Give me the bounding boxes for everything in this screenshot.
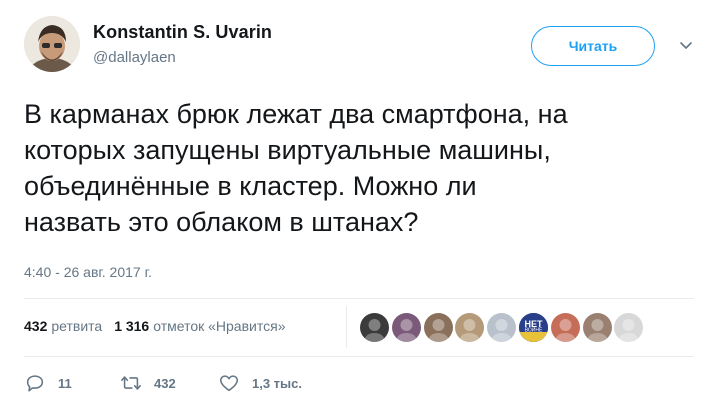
liker-avatar-icon bbox=[364, 319, 385, 342]
like-count: 1,3 тыс. bbox=[252, 375, 302, 391]
user-avatar-photo-icon bbox=[24, 16, 80, 72]
retweets-stat-label: ретвита bbox=[51, 318, 103, 334]
liker-avatar[interactable] bbox=[423, 313, 453, 342]
liker-avatar-icon bbox=[555, 319, 576, 342]
liker-avatar[interactable] bbox=[360, 313, 389, 342]
retweets-stat[interactable]: 432 ретвита bbox=[24, 318, 102, 334]
liker-avatar-icon bbox=[491, 319, 512, 342]
liker-avatar-icon bbox=[396, 319, 417, 342]
reply-button[interactable]: 11 bbox=[24, 372, 72, 394]
liker-avatar[interactable] bbox=[487, 313, 517, 342]
divider bbox=[24, 298, 694, 299]
follow-button[interactable]: Читать bbox=[531, 26, 655, 66]
liker-avatar[interactable] bbox=[614, 313, 644, 342]
liker-avatar-icon bbox=[428, 319, 449, 342]
reply-icon bbox=[26, 375, 44, 392]
liker-avatars: НЕТ ВОЙНЕ bbox=[360, 313, 646, 342]
retweet-icon bbox=[121, 376, 141, 390]
liker-avatar-icon bbox=[459, 319, 480, 342]
liker-avatar-icon bbox=[587, 319, 608, 342]
liker-avatar-icon: НЕТВОЙНЕ bbox=[518, 313, 548, 342]
likes-stat-label: отметок «Нравится» bbox=[153, 318, 286, 334]
retweet-button[interactable]: 432 bbox=[120, 372, 176, 394]
liker-avatar-icon bbox=[618, 319, 639, 342]
liker-avatar[interactable] bbox=[391, 313, 421, 342]
tweet-text: В карманах брюк лежат два смартфона, на … bbox=[24, 99, 568, 237]
tweet-actions: 11 432 1,3 тыс. bbox=[24, 372, 424, 396]
liker-avatar[interactable] bbox=[550, 313, 580, 342]
liker-avatar[interactable] bbox=[582, 313, 612, 342]
tweet-stats: 432 ретвита 1 316 отметок «Нравится» bbox=[24, 318, 297, 334]
author-handle[interactable]: @dallaylaen bbox=[93, 49, 176, 66]
liker-badge-bottom: ВОЙНЕ bbox=[525, 326, 543, 334]
divider bbox=[24, 356, 694, 357]
retweet-count: 432 bbox=[154, 375, 176, 391]
retweets-stat-count: 432 bbox=[24, 318, 48, 334]
liker-avatar[interactable]: НЕТ ВОЙНЕ bbox=[518, 313, 548, 342]
tweet-timestamp[interactable]: 4:40 - 26 авг. 2017 г. bbox=[24, 264, 152, 280]
stats-separator bbox=[346, 306, 347, 348]
like-button[interactable]: 1,3 тыс. bbox=[218, 372, 302, 394]
liker-avatar[interactable] bbox=[455, 313, 485, 342]
author-avatar[interactable] bbox=[24, 16, 80, 72]
author-name[interactable]: Konstantin S. Uvarin bbox=[93, 22, 272, 43]
reply-count: 11 bbox=[58, 375, 72, 391]
heart-icon bbox=[219, 375, 239, 392]
likes-stat-count: 1 316 bbox=[114, 318, 150, 334]
likes-stat[interactable]: 1 316 отметок «Нравится» bbox=[114, 318, 285, 334]
tweet-card: Konstantin S. Uvarin @dallaylaen Читать … bbox=[0, 0, 717, 409]
chevron-down-icon[interactable] bbox=[677, 36, 695, 54]
